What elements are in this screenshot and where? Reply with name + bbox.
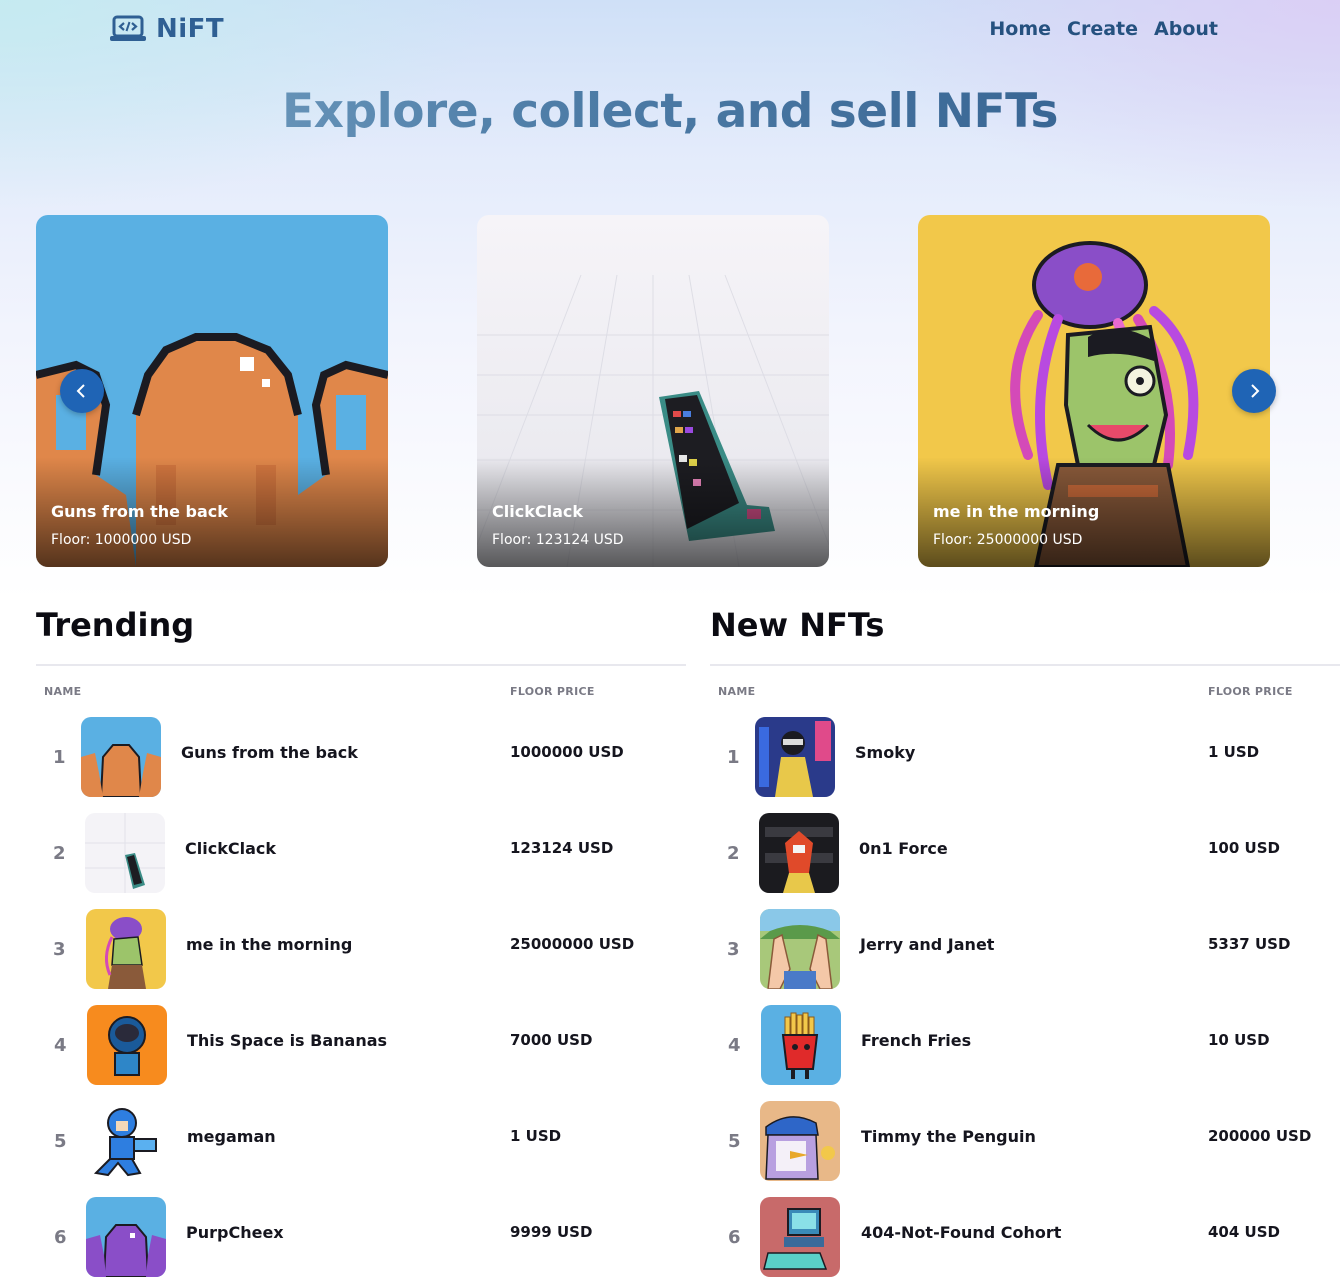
row-price: 10 USD xyxy=(1208,1031,1270,1049)
main-nav: Home Create About xyxy=(989,18,1218,40)
nav-home-link[interactable]: Home xyxy=(989,18,1051,40)
row-price: 1000000 USD xyxy=(510,743,624,761)
new-nft-row[interactable]: 4 French Fries 10 USD xyxy=(710,1005,1330,1085)
row-price: 5337 USD xyxy=(1208,935,1291,953)
row-rank: 4 xyxy=(728,1035,741,1056)
brand-logo[interactable]: NiFT xyxy=(110,14,224,44)
row-price: 9999 USD xyxy=(510,1223,593,1241)
row-rank: 5 xyxy=(54,1131,67,1152)
trending-row[interactable]: 5 megaman 1 USD xyxy=(36,1101,676,1181)
nft-thumbnail xyxy=(760,1101,840,1181)
chevron-right-icon xyxy=(1251,384,1260,398)
carousel-card[interactable]: ClickClack Floor: 123124 USD xyxy=(477,215,829,567)
row-price: 1 USD xyxy=(510,1127,562,1145)
row-price: 200000 USD xyxy=(1208,1127,1312,1145)
row-price: 7000 USD xyxy=(510,1031,593,1049)
carousel-prev-button[interactable] xyxy=(60,369,104,413)
trending-divider xyxy=(36,664,686,666)
nav-about-link[interactable]: About xyxy=(1154,18,1218,40)
trending-title: Trending xyxy=(36,606,195,644)
new-nfts-divider xyxy=(710,664,1340,666)
new-nft-row[interactable]: 6 404-Not-Found Cohort 404 USD xyxy=(710,1197,1330,1277)
row-price: 404 USD xyxy=(1208,1223,1280,1241)
nft-thumbnail xyxy=(81,717,161,797)
new-nfts-title: New NFTs xyxy=(710,606,885,644)
chevron-left-icon xyxy=(76,384,85,398)
card-title: ClickClack xyxy=(492,502,583,521)
row-name: Smoky xyxy=(855,743,916,762)
row-name: French Fries xyxy=(861,1031,972,1050)
card-title: me in the morning xyxy=(933,502,1100,521)
nft-thumbnail xyxy=(87,1005,167,1085)
row-rank: 2 xyxy=(727,843,740,864)
hero-headline: Explore, collect, and sell NFTs xyxy=(0,84,1340,139)
trending-row[interactable]: 2 ClickClack 123124 USD xyxy=(36,813,676,893)
row-name: PurpCheex xyxy=(186,1223,284,1242)
carousel-next-button[interactable] xyxy=(1232,369,1276,413)
nft-thumbnail xyxy=(86,1197,166,1277)
new-nft-row[interactable]: 2 0n1 Force 100 USD xyxy=(710,813,1330,893)
row-price: 123124 USD xyxy=(510,839,614,857)
row-rank: 1 xyxy=(727,747,740,768)
card-floor-price: Floor: 1000000 USD xyxy=(51,532,192,548)
row-name: me in the morning xyxy=(186,935,353,954)
trending-row[interactable]: 6 PurpCheex 9999 USD xyxy=(36,1197,676,1277)
new-nft-row[interactable]: 1 Smoky 1 USD xyxy=(710,717,1330,797)
row-rank: 2 xyxy=(53,843,66,864)
nft-thumbnail xyxy=(759,813,839,893)
row-name: Timmy the Penguin xyxy=(861,1127,1036,1146)
row-price: 1 USD xyxy=(1208,743,1260,761)
row-price: 25000000 USD xyxy=(510,935,635,953)
nft-thumbnail xyxy=(86,1101,166,1181)
row-name: megaman xyxy=(187,1127,276,1146)
nft-thumbnail xyxy=(760,909,840,989)
row-rank: 3 xyxy=(53,939,66,960)
row-name: Jerry and Janet xyxy=(860,935,995,954)
row-rank: 6 xyxy=(54,1227,67,1248)
row-rank: 6 xyxy=(728,1227,741,1248)
card-floor-price: Floor: 25000000 USD xyxy=(933,532,1083,548)
trending-price-header: FLOOR PRICE xyxy=(510,685,595,698)
header: NiFT Home Create About xyxy=(0,0,1340,62)
row-name: ClickClack xyxy=(185,839,276,858)
row-name: 0n1 Force xyxy=(859,839,948,858)
row-price: 100 USD xyxy=(1208,839,1280,857)
trending-row[interactable]: 1 Guns from the back 1000000 USD xyxy=(36,717,676,797)
row-name: 404-Not-Found Cohort xyxy=(861,1223,1062,1242)
nft-thumbnail xyxy=(85,813,165,893)
row-rank: 3 xyxy=(727,939,740,960)
featured-carousel: Guns from the back Floor: 1000000 USD Cl… xyxy=(0,214,1340,568)
trending-row[interactable]: 4 This Space is Bananas 7000 USD xyxy=(36,1005,676,1085)
new-nft-row[interactable]: 3 Jerry and Janet 5337 USD xyxy=(710,909,1330,989)
new-nfts-price-header: FLOOR PRICE xyxy=(1208,685,1293,698)
nft-thumbnail xyxy=(86,909,166,989)
nft-thumbnail xyxy=(755,717,835,797)
card-floor-price: Floor: 123124 USD xyxy=(492,532,624,548)
carousel-card[interactable]: me in the morning Floor: 25000000 USD xyxy=(918,215,1270,567)
row-rank: 5 xyxy=(728,1131,741,1152)
page: NiFT Home Create About Explore, collect,… xyxy=(0,0,1340,1280)
trending-row[interactable]: 3 me in the morning 25000000 USD xyxy=(36,909,676,989)
row-rank: 4 xyxy=(54,1035,67,1056)
new-nft-row[interactable]: 5 Timmy the Penguin 200000 USD xyxy=(710,1101,1330,1181)
new-nfts-name-header: NAME xyxy=(718,685,756,698)
row-name: This Space is Bananas xyxy=(187,1031,388,1050)
nav-create-link[interactable]: Create xyxy=(1067,18,1138,40)
laptop-code-icon xyxy=(110,15,146,41)
card-title: Guns from the back xyxy=(51,502,228,521)
trending-name-header: NAME xyxy=(44,685,82,698)
row-name: Guns from the back xyxy=(181,743,358,762)
brand-name: NiFT xyxy=(156,14,225,44)
nft-thumbnail xyxy=(760,1197,840,1277)
nft-thumbnail xyxy=(761,1005,841,1085)
row-rank: 1 xyxy=(53,747,66,768)
